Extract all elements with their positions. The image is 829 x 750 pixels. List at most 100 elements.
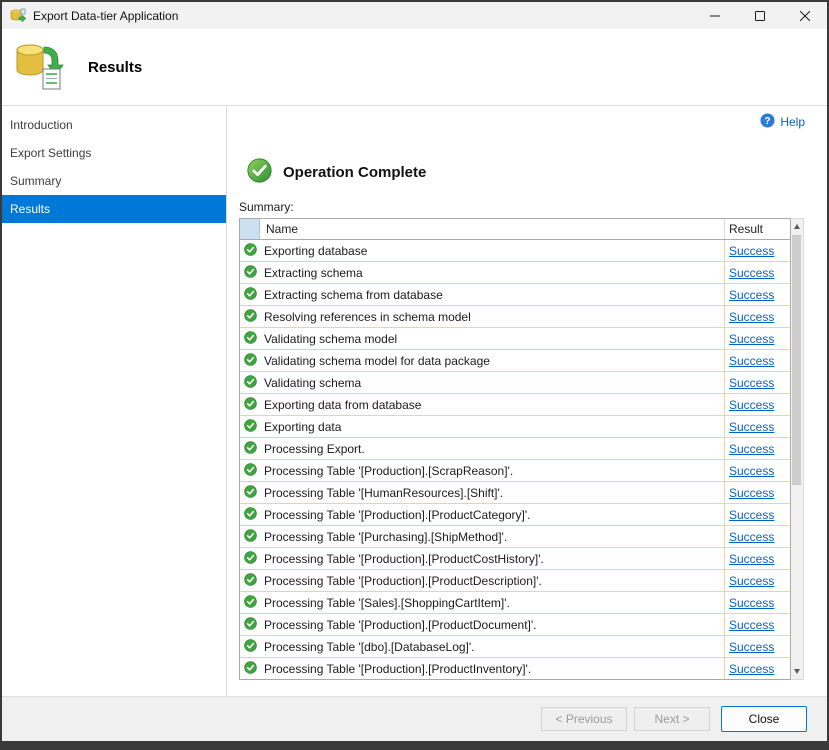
row-result-link[interactable]: Success	[729, 354, 774, 368]
row-name: Processing Table '[Production].[ScrapRea…	[260, 464, 724, 478]
row-result-link[interactable]: Success	[729, 486, 774, 500]
success-check-icon	[244, 309, 257, 325]
table-row[interactable]: Exporting data from database Success	[240, 394, 790, 416]
table-row[interactable]: Extracting schema Success	[240, 262, 790, 284]
previous-button[interactable]: < Previous	[541, 707, 627, 731]
table-row[interactable]: Extracting schema from database Success	[240, 284, 790, 306]
table-row[interactable]: Processing Table '[Sales].[ShoppingCartI…	[240, 592, 790, 614]
table-row[interactable]: Processing Table '[Production].[ScrapRea…	[240, 460, 790, 482]
row-result-link[interactable]: Success	[729, 574, 774, 588]
row-result-link[interactable]: Success	[729, 244, 774, 258]
table-row[interactable]: Processing Table '[Purchasing].[ShipMeth…	[240, 526, 790, 548]
scrollbar-thumb[interactable]	[792, 235, 801, 485]
row-result-link[interactable]: Success	[729, 398, 774, 412]
table-row[interactable]: Resolving references in schema model Suc…	[240, 306, 790, 328]
row-result-link[interactable]: Success	[729, 464, 774, 478]
table-row[interactable]: Processing Export. Success	[240, 438, 790, 460]
sidebar-item-introduction[interactable]: Introduction	[2, 111, 226, 139]
wizard-body: Introduction Export Settings Summary Res…	[2, 105, 827, 696]
row-result-link[interactable]: Success	[729, 376, 774, 390]
sidebar-item-summary[interactable]: Summary	[2, 167, 226, 195]
row-name: Validating schema model	[260, 332, 724, 346]
row-name: Validating schema	[260, 376, 724, 390]
sidebar-item-label: Results	[10, 202, 50, 216]
row-name: Processing Table '[Sales].[ShoppingCartI…	[260, 596, 724, 610]
wizard-footer: < Previous Next > Close	[2, 696, 827, 741]
row-result-cell: Success	[724, 658, 790, 679]
table-row[interactable]: Validating schema model Success	[240, 328, 790, 350]
next-button[interactable]: Next >	[634, 707, 710, 731]
row-result-link[interactable]: Success	[729, 640, 774, 654]
row-result-cell: Success	[724, 482, 790, 503]
row-status-cell	[240, 353, 260, 369]
success-check-icon	[244, 397, 257, 413]
table-row[interactable]: Processing Table '[Production].[ProductC…	[240, 548, 790, 570]
row-status-cell	[240, 309, 260, 325]
scroll-down-icon[interactable]	[791, 664, 803, 679]
row-name: Extracting schema	[260, 266, 724, 280]
table-row[interactable]: Processing Table '[Production].[ProductI…	[240, 658, 790, 679]
row-status-cell	[240, 551, 260, 567]
row-result-cell: Success	[724, 526, 790, 547]
help-icon: ?	[760, 113, 775, 131]
app-icon	[10, 8, 26, 24]
success-check-icon	[244, 551, 257, 567]
row-result-link[interactable]: Success	[729, 310, 774, 324]
page-title: Results	[88, 59, 142, 76]
table-scrollbar[interactable]	[791, 218, 804, 680]
row-name: Processing Table '[Production].[ProductC…	[260, 552, 724, 566]
row-result-link[interactable]: Success	[729, 508, 774, 522]
row-result-link[interactable]: Success	[729, 266, 774, 280]
table-row[interactable]: Processing Table '[dbo].[DatabaseLog]'. …	[240, 636, 790, 658]
scroll-up-icon[interactable]	[791, 219, 803, 234]
sidebar-item-results[interactable]: Results	[2, 195, 226, 223]
sidebar-item-label: Introduction	[10, 118, 73, 132]
table-row[interactable]: Exporting data Success	[240, 416, 790, 438]
success-check-icon	[244, 265, 257, 281]
table-header: Name Result	[240, 219, 790, 240]
success-check-icon	[244, 375, 257, 391]
row-result-cell: Success	[724, 438, 790, 459]
table-row[interactable]: Exporting database Success	[240, 240, 790, 262]
maximize-icon[interactable]	[737, 2, 782, 29]
row-result-link[interactable]: Success	[729, 420, 774, 434]
sidebar-item-export-settings[interactable]: Export Settings	[2, 139, 226, 167]
success-check-icon	[244, 661, 257, 677]
success-check-icon	[244, 573, 257, 589]
table-row[interactable]: Processing Table '[Production].[ProductC…	[240, 504, 790, 526]
minimize-icon[interactable]	[692, 2, 737, 29]
caption-buttons	[692, 2, 827, 29]
results-page: ? Help	[227, 106, 827, 696]
close-icon[interactable]	[782, 2, 827, 29]
row-result-link[interactable]: Success	[729, 662, 774, 676]
success-check-icon	[244, 507, 257, 523]
help-link[interactable]: ? Help	[760, 113, 805, 131]
row-status-cell	[240, 639, 260, 655]
table-row[interactable]: Processing Table '[Production].[ProductD…	[240, 614, 790, 636]
row-name: Processing Table '[HumanResources].[Shif…	[260, 486, 724, 500]
row-result-link[interactable]: Success	[729, 596, 774, 610]
row-status-cell	[240, 243, 260, 259]
row-result-link[interactable]: Success	[729, 442, 774, 456]
row-result-link[interactable]: Success	[729, 618, 774, 632]
table-row[interactable]: Processing Table '[HumanResources].[Shif…	[240, 482, 790, 504]
results-table-body: Exporting database Success Extracting sc…	[240, 240, 790, 679]
table-row[interactable]: Processing Table '[Production].[ProductD…	[240, 570, 790, 592]
close-button[interactable]: Close	[721, 706, 807, 732]
row-result-cell: Success	[724, 328, 790, 349]
row-result-link[interactable]: Success	[729, 288, 774, 302]
row-result-cell: Success	[724, 262, 790, 283]
row-result-cell: Success	[724, 416, 790, 437]
row-result-link[interactable]: Success	[729, 332, 774, 346]
window-title: Export Data-tier Application	[33, 9, 178, 23]
row-result-cell: Success	[724, 570, 790, 591]
row-name: Processing Table '[dbo].[DatabaseLog]'.	[260, 640, 724, 654]
table-row[interactable]: Validating schema Success	[240, 372, 790, 394]
row-status-cell	[240, 397, 260, 413]
name-column-header: Name	[260, 222, 724, 236]
help-label: Help	[780, 115, 805, 129]
row-result-link[interactable]: Success	[729, 552, 774, 566]
table-row[interactable]: Validating schema model for data package…	[240, 350, 790, 372]
row-result-link[interactable]: Success	[729, 530, 774, 544]
success-check-icon	[244, 529, 257, 545]
